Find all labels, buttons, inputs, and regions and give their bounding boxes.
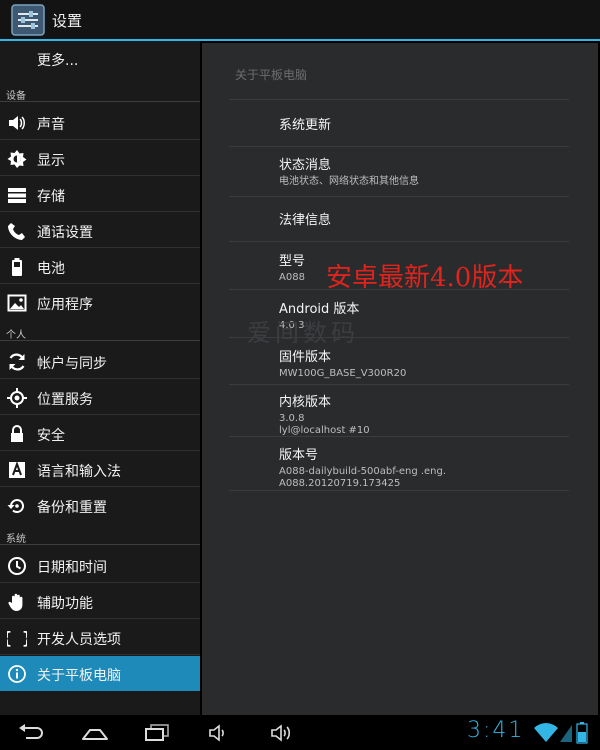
battery-status-icon [576,722,588,744]
build-number-label: 版本号 [279,448,319,463]
lock-icon [11,425,23,442]
faint-watermark-text: 爱间数码 [247,319,359,347]
sidebar-item-developer-options[interactable]: { } 开发人员选项 [0,620,200,655]
build-number-item[interactable]: 版本号 A088-dailybuild-500abf-eng .eng. A08… [279,444,446,490]
sidebar-item-label: 位置服务 [37,392,93,408]
sidebar-item-accessibility[interactable]: 辅助功能 [0,584,200,619]
sidebar-item-date-time[interactable]: 日期和时间 [0,548,200,583]
sidebar-item-sound[interactable]: 声音 [0,105,200,140]
section-divider [0,101,200,102]
sidebar-item-storage[interactable]: 存储 [0,177,200,212]
red-overlay-text: 安卓最新4.0版本 [326,263,524,293]
sidebar-item-battery[interactable]: 电池 [0,249,200,284]
kernel-version-value: 3.0.8 lyl@localhost #10 [279,413,370,437]
sidebar-item-label: 语言和输入法 [37,464,121,480]
location-icon [7,388,27,408]
pane-title-divider [229,99,569,100]
sidebar-item-label: 存储 [37,189,65,205]
status-clock: 3:41 [467,718,525,743]
wifi-icon [534,723,558,742]
build-number-line: A088.20120719.173425 [279,478,401,489]
model-item: 型号 A088 [279,250,305,284]
speaker-icon [9,116,25,130]
sidebar-item-label: 应用程序 [37,297,93,313]
sidebar-item-about-tablet[interactable]: 关于平板电脑 [0,656,200,691]
sidebar-item-label: 安全 [37,428,65,444]
section-divider [0,544,200,545]
storage-icon [8,188,26,203]
sidebar-item-label: 帐户与同步 [37,356,107,372]
sidebar-item-language-input[interactable]: 语言和输入法 [0,452,200,487]
section-header-system: 系统 [6,534,26,545]
pane-title: 关于平板电脑 [235,68,308,82]
sidebar-item-accounts-sync[interactable]: 帐户与同步 [0,344,200,379]
system-update-item[interactable]: 系统更新 [279,114,331,133]
status-item[interactable]: 状态消息 电池状态、网络状态和其他信息 [279,154,419,188]
sidebar-item-label: 开发人员选项 [37,632,121,648]
sidebar-item-location[interactable]: 位置服务 [0,380,200,415]
model-label: 型号 [279,254,306,269]
sidebar-item-label: 日期和时间 [37,560,107,576]
status-summary: 电池状态、网络状态和其他信息 [279,176,419,187]
volume-down-icon[interactable] [204,721,234,745]
sync-icon [9,353,25,371]
sidebar-item-display[interactable]: 显示 [0,141,200,176]
clock-icon [8,557,26,575]
sidebar-item-backup-reset[interactable]: 备份和重置 [0,488,200,523]
kernel-version-label: 内核版本 [279,395,332,410]
settings-app-icon[interactable] [11,4,45,36]
firmware-version-value: MW100G_BASE_V300R20 [279,368,407,379]
section-header-device: 设备 [6,91,26,102]
more-item[interactable]: 更多... [0,41,200,76]
sidebar-item-label: 通话设置 [37,225,93,241]
kernel-version-item: 内核版本 3.0.8 lyl@localhost #10 [279,391,370,437]
sidebar-item-security[interactable]: 安全 [0,416,200,451]
apps-icon [7,294,27,312]
sidebar-item-label: 关于平板电脑 [37,668,121,684]
build-number-line: A088-dailybuild-500abf-eng .eng. [279,466,447,477]
sidebar-item-apps[interactable]: 应用程序 [0,285,200,320]
model-value: A088 [279,272,305,283]
backup-icon [7,499,24,514]
system-update-label: 系统更新 [279,118,332,133]
status-label: 状态消息 [279,158,332,173]
volume-up-icon[interactable] [266,721,296,745]
more-label: 更多... [37,53,79,69]
kernel-version-line: 3.0.8 [279,413,305,424]
legal-info-label: 法律信息 [279,213,332,228]
sidebar-item-label: 电池 [37,261,65,277]
sidebar-item-label: 声音 [37,117,65,133]
build-number-value: A088-dailybuild-500abf-eng .eng. A088.20… [279,466,446,490]
firmware-version-item: 固件版本 MW100G_BASE_V300R20 [279,346,406,380]
firmware-version-label: 固件版本 [279,350,332,365]
sidebar-item-label: 显示 [37,153,65,169]
legal-info-item[interactable]: 法律信息 [279,209,331,228]
section-header-personal: 个人 [6,330,26,341]
signal-icon [560,725,572,742]
sidebar-item-call-settings[interactable]: 通话设置 [0,213,200,248]
home-icon[interactable] [80,721,110,745]
phone-icon [8,223,25,240]
recent-apps-icon[interactable] [142,721,172,745]
app-title: 设置 [52,12,83,30]
back-icon[interactable] [16,721,46,745]
brightness-icon [7,150,27,168]
about-tablet-pane: 关于平板电脑 系统更新 状态消息 电池状态、网络状态和其他信息 法律信息 型号 … [202,43,598,715]
battery-icon [12,258,22,276]
action-bar: 设置 [0,0,600,41]
info-icon [8,665,26,683]
section-divider [0,340,200,341]
settings-list[interactable]: 更多... 设备 声音 显示 存储 通话设置 电池 应用程序 个人 帐户与同步 … [0,41,200,715]
sidebar-item-label: 辅助功能 [37,596,93,612]
hand-icon [8,593,23,611]
braces-icon: { } [7,629,27,648]
sidebar-item-label: 备份和重置 [37,500,107,516]
language-icon [9,461,25,478]
svg-text:{ }: { } [7,629,27,648]
